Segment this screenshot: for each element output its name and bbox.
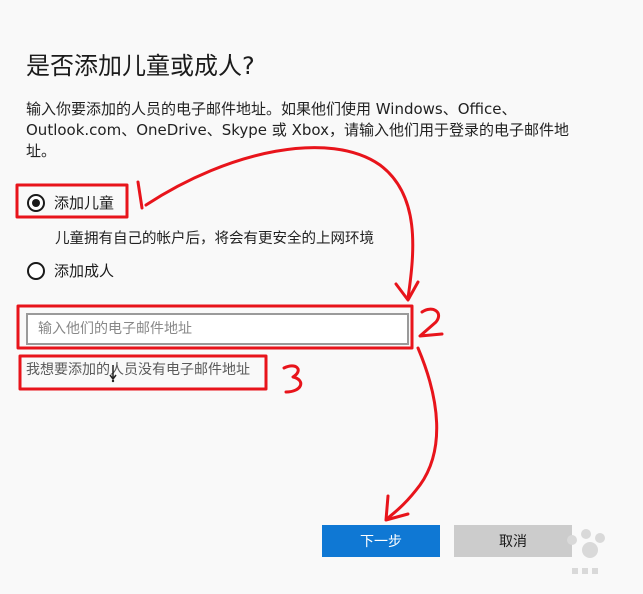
no-email-link[interactable]: 我想要添加的人员没有电子邮件地址 (26, 359, 250, 379)
dialog-title: 是否添加儿童或成人? (26, 52, 255, 80)
annotation-label-3 (282, 364, 303, 394)
add-child-label: 添加儿童 (54, 194, 115, 212)
add-child-description: 儿童拥有自己的帐户后，将会有更安全的上网环境 (55, 231, 374, 247)
watermark-icon (567, 529, 605, 574)
mouse-cursor-icon (109, 365, 117, 383)
tutorial-annotation-overlay (15, 146, 444, 522)
add-child-option[interactable]: 添加儿童 (27, 192, 114, 213)
dialog-description: 输入你要添加的人员的电子邮件地址。如果他们使用 Windows、Office、O… (26, 100, 569, 160)
next-button[interactable]: 下一步 (322, 525, 440, 557)
add-child-radio[interactable] (27, 193, 45, 212)
add-adult-radio[interactable] (27, 261, 45, 280)
annotation-arrowhead-1 (394, 280, 420, 302)
cancel-button[interactable]: 取消 (454, 525, 572, 557)
annotation-arrow-1 (144, 146, 415, 300)
annotation-label-1 (136, 180, 144, 210)
annotation-label-2 (418, 307, 444, 338)
annotation-arrowhead-2 (384, 494, 410, 522)
add-family-member-dialog: 是否添加儿童或成人? 输入你要添加的人员的电子邮件地址。如果他们使用 Windo… (0, 0, 643, 594)
add-adult-label: 添加成人 (54, 262, 115, 280)
email-input[interactable] (26, 313, 409, 345)
annotation-arrow-2 (386, 346, 439, 520)
add-adult-option[interactable]: 添加成人 (27, 260, 114, 281)
